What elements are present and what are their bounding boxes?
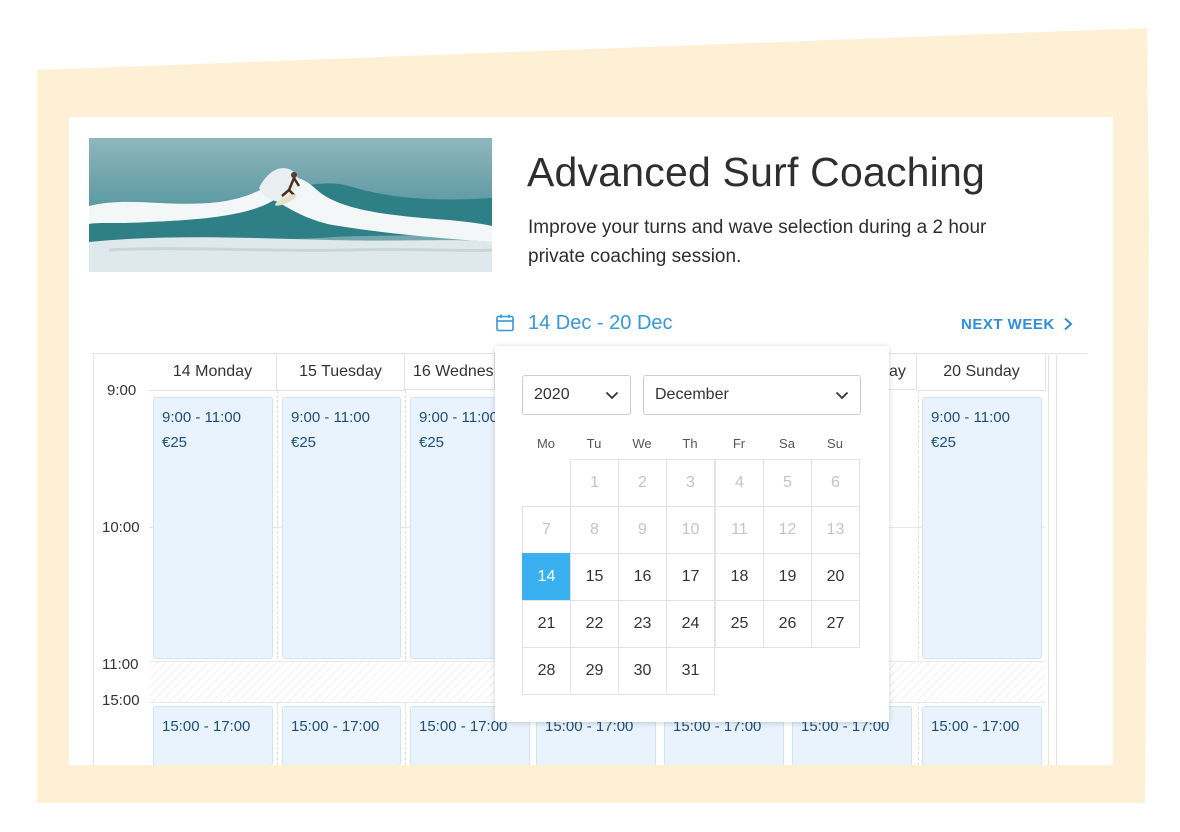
day-cell[interactable]: 21 xyxy=(522,600,571,648)
slot-monday-morning[interactable]: 9:00 - 11:00 €25 xyxy=(153,397,273,659)
day-header-monday: 14 Monday xyxy=(149,354,277,391)
grid-column-line xyxy=(277,390,278,765)
day-cell[interactable]: 15 xyxy=(570,553,619,601)
next-week-button[interactable]: NEXT WEEK xyxy=(961,313,1073,335)
weekday-label: Mo xyxy=(536,436,556,451)
day-cell[interactable]: 30 xyxy=(618,647,667,695)
weekday-label: Tu xyxy=(586,436,602,451)
year-select-value: 2020 xyxy=(534,386,570,403)
day-cell: 11 xyxy=(715,506,764,554)
time-label-15: 15:00 xyxy=(102,692,140,709)
course-title: Advanced Surf Coaching xyxy=(527,149,985,195)
chevron-down-icon xyxy=(835,391,849,399)
day-header-tuesday: 15 Tuesday xyxy=(277,354,405,391)
day-cell: 1 xyxy=(570,459,619,507)
slot-sunday-morning[interactable]: 9:00 - 11:00 €25 xyxy=(922,397,1042,659)
weekday-label: Su xyxy=(827,436,843,451)
weekday-label: Sa xyxy=(779,436,795,451)
next-week-label: NEXT WEEK xyxy=(961,315,1055,333)
slot-time: 9:00 - 11:00 xyxy=(931,409,1010,426)
day-cell: 13 xyxy=(811,506,860,554)
slot-price: €25 xyxy=(162,434,188,451)
week-range-picker-toggle[interactable]: 14 Dec - 20 Dec xyxy=(495,309,673,337)
day-header-saturday-partial: ay xyxy=(889,354,917,390)
day-cell[interactable]: 20 xyxy=(811,553,860,601)
time-label-11: 11:00 xyxy=(102,656,139,673)
surf-hero-image xyxy=(89,138,492,272)
calendar-icon xyxy=(496,314,514,332)
slot-time: 9:00 - 11:00 xyxy=(291,409,370,426)
weekday-label: Fr xyxy=(732,436,746,451)
chevron-right-icon xyxy=(1064,317,1073,331)
day-cell-selected[interactable]: 14 xyxy=(522,553,571,601)
slot-price: €25 xyxy=(291,434,317,451)
time-label-9: 9:00 xyxy=(107,382,137,399)
day-cell: 3 xyxy=(666,459,715,507)
day-cell[interactable]: 22 xyxy=(570,600,619,648)
day-cell[interactable]: 28 xyxy=(522,647,571,695)
slot-tuesday-morning[interactable]: 9:00 - 11:00 €25 xyxy=(282,397,401,659)
day-header-wednesday: 16 Wednesday xyxy=(405,354,495,390)
day-cell: 6 xyxy=(811,459,860,507)
slot-price: €25 xyxy=(931,434,957,451)
day-cell: 4 xyxy=(715,459,764,507)
day-cell[interactable]: 24 xyxy=(666,600,715,648)
day-cell[interactable]: 31 xyxy=(666,647,715,695)
day-cell: 7 xyxy=(522,506,571,554)
day-cell[interactable]: 18 xyxy=(715,553,764,601)
slot-sunday-afternoon[interactable]: 15:00 - 17:00 xyxy=(922,706,1042,765)
day-cell[interactable]: 17 xyxy=(666,553,715,601)
grid-column-line xyxy=(405,390,406,765)
day-cell: 9 xyxy=(618,506,667,554)
schedule-scrollbar[interactable] xyxy=(1048,355,1057,765)
day-cell: 10 xyxy=(666,506,715,554)
month-select-value: December xyxy=(655,386,729,403)
weekday-label: Th xyxy=(682,436,698,451)
slot-monday-afternoon[interactable]: 15:00 - 17:00 xyxy=(153,706,273,765)
day-cell[interactable]: 29 xyxy=(570,647,619,695)
day-cell[interactable]: 16 xyxy=(618,553,667,601)
time-label-10: 10:00 xyxy=(102,519,140,536)
day-cell[interactable]: 26 xyxy=(763,600,812,648)
day-cell[interactable]: 25 xyxy=(715,600,764,648)
year-select[interactable]: 2020 xyxy=(522,375,631,415)
weekday-label: We xyxy=(632,436,652,451)
day-cell[interactable]: 23 xyxy=(618,600,667,648)
day-cell[interactable]: 19 xyxy=(763,553,812,601)
month-select[interactable]: December xyxy=(643,375,861,415)
grid-column-line xyxy=(918,390,919,765)
day-cell: 12 xyxy=(763,506,812,554)
day-cell: 8 xyxy=(570,506,619,554)
slot-time: 9:00 - 11:00 xyxy=(162,409,241,426)
slot-wednesday-morning[interactable]: 9:00 - 11:00 €25 xyxy=(410,397,500,659)
slot-tuesday-afternoon[interactable]: 15:00 - 17:00 xyxy=(282,706,401,765)
chevron-down-icon xyxy=(605,391,619,399)
slot-time: 15:00 - 17:00 xyxy=(291,718,380,735)
slot-time: 9:00 - 11:00 xyxy=(419,409,498,426)
day-cell[interactable]: 27 xyxy=(811,600,860,648)
week-range-label: 14 Dec - 20 Dec xyxy=(528,311,673,334)
slot-time: 15:00 - 17:00 xyxy=(162,718,251,735)
day-cell: 2 xyxy=(618,459,667,507)
day-cell: 5 xyxy=(763,459,812,507)
day-header-sunday: 20 Sunday xyxy=(918,354,1046,391)
course-description: Improve your turns and wave selection du… xyxy=(528,217,987,267)
date-picker-popup: 2020 December Mo Tu We Th Fr Sa Su 1 2 3… xyxy=(495,346,889,722)
booking-card: Advanced Surf Coaching Improve your turn… xyxy=(69,117,1113,765)
slot-price: €25 xyxy=(419,434,445,451)
slot-time: 15:00 - 17:00 xyxy=(931,718,1020,735)
